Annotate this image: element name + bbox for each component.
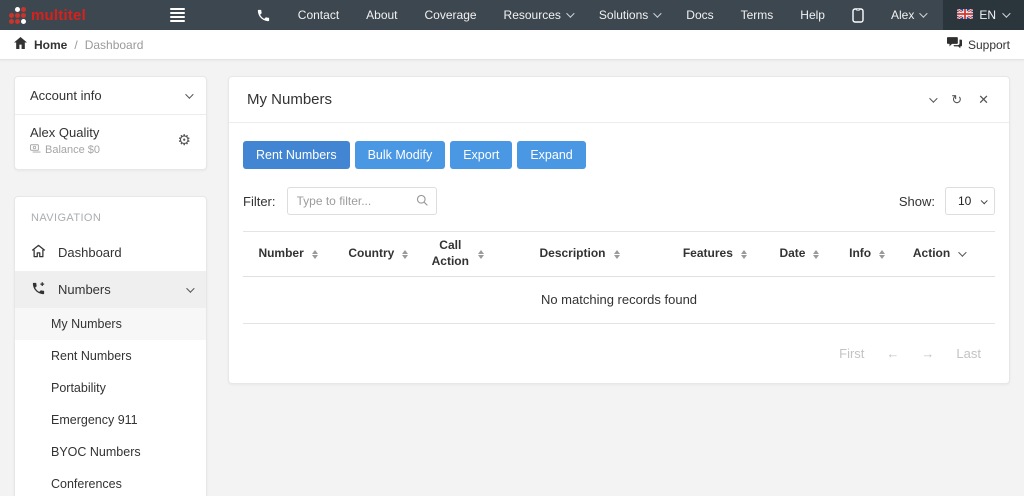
nav-link-resources[interactable]: Resources — [504, 8, 575, 22]
close-icon[interactable]: ✕ — [978, 93, 989, 106]
sort-date-icon[interactable] — [813, 249, 820, 259]
user-menu[interactable]: Alex — [891, 8, 928, 22]
chevron-down-icon — [919, 9, 928, 18]
empty-table-message: No matching records found — [243, 277, 995, 324]
support-label: Support — [967, 37, 1010, 52]
nav-link-about[interactable]: About — [366, 8, 397, 22]
uk-flag-icon — [956, 7, 974, 22]
chevron-down-icon — [566, 9, 575, 18]
column-info: Info — [849, 246, 872, 261]
multitel-logo[interactable]: multitel — [0, 6, 170, 24]
money-icon — [30, 144, 41, 156]
multitel-logo-icon — [9, 6, 26, 24]
nav-link-solutions[interactable]: Solutions — [599, 8, 662, 22]
gear-icon[interactable]: ⚙ — [178, 133, 191, 148]
sidebar-subitem-conferences[interactable]: Conferences — [15, 468, 206, 496]
pagination-prev-icon[interactable]: ← — [886, 346, 899, 361]
logo-text: multitel — [31, 6, 86, 24]
numbers-table: Number Country Call Action Description F… — [243, 231, 995, 324]
search-icon — [416, 194, 429, 210]
navigation-heading: NAVIGATION — [31, 212, 102, 224]
phone-icon[interactable] — [256, 8, 271, 23]
column-country: Country — [348, 246, 395, 261]
expand-button[interactable]: Expand — [517, 141, 586, 169]
language-label: EN — [979, 8, 996, 22]
home-icon[interactable] — [14, 37, 27, 52]
home-outline-icon — [31, 244, 46, 261]
chat-bubbles-icon — [946, 37, 962, 52]
breadcrumb-bar: Home / Dashboard Support — [0, 30, 1024, 60]
account-name: Alex Quality — [30, 125, 100, 140]
nav-link-terms[interactable]: Terms — [741, 8, 774, 22]
chevron-down-icon[interactable] — [958, 248, 967, 257]
breadcrumb-current: Dashboard — [84, 37, 144, 52]
sidebar-item-dashboard[interactable]: Dashboard — [15, 234, 206, 271]
pagination: First ← → Last — [243, 324, 995, 383]
collapse-panel-icon[interactable] — [929, 93, 938, 103]
nav-link-coverage[interactable]: Coverage — [425, 8, 477, 22]
navigation-card: NAVIGATION Dashboard Numbers My Numbers … — [14, 196, 207, 496]
column-features: Features — [682, 246, 733, 261]
chevron-down-icon — [653, 9, 662, 18]
account-info-title: Account info — [30, 88, 102, 103]
breadcrumb: Home / Dashboard — [14, 37, 143, 52]
column-call-action: Call Action — [431, 238, 469, 268]
filter-input[interactable] — [286, 187, 437, 215]
rent-numbers-button[interactable]: Rent Numbers — [243, 141, 350, 169]
nav-link-docs[interactable]: Docs — [686, 8, 713, 22]
column-description: Description — [539, 246, 606, 261]
chevron-down-icon — [185, 89, 194, 99]
filter-label: Filter: — [243, 193, 276, 209]
top-navbar: multitel Contact About Coverage Resource… — [0, 0, 1024, 30]
chevron-down-icon — [980, 196, 988, 204]
refresh-icon[interactable]: ↻ — [951, 93, 962, 106]
page-size-select[interactable]: 10 — [945, 187, 995, 215]
phone-numbers-icon — [31, 281, 46, 299]
chevron-down-icon — [186, 283, 195, 293]
sort-info-icon[interactable] — [879, 249, 886, 259]
bulk-modify-button[interactable]: Bulk Modify — [354, 141, 446, 169]
sidebar-item-numbers[interactable]: Numbers — [15, 271, 206, 308]
sidebar-subitem-portability[interactable]: Portability — [15, 372, 206, 404]
support-button[interactable]: Support — [946, 37, 1010, 52]
sidebar-subitem-my-numbers[interactable]: My Numbers — [15, 308, 206, 340]
sort-call-action-icon[interactable] — [478, 249, 485, 259]
column-date: Date — [779, 246, 806, 261]
export-button[interactable]: Export — [450, 141, 513, 169]
sort-number-icon[interactable] — [311, 249, 318, 259]
breadcrumb-home[interactable]: Home — [34, 38, 67, 52]
sort-features-icon[interactable] — [740, 249, 747, 259]
my-numbers-panel: My Numbers ↻ ✕ Rent Numbers Bulk Modify … — [228, 76, 1010, 384]
account-info-header[interactable]: Account info — [15, 77, 206, 114]
sidebar-subitem-rent-numbers[interactable]: Rent Numbers — [15, 340, 206, 372]
sidebar: Account info Alex Quality Balance $0 ⚙ N… — [14, 76, 207, 496]
breadcrumb-separator: / — [74, 37, 78, 52]
menu-icon[interactable] — [170, 8, 185, 22]
sidebar-subitem-byoc-numbers[interactable]: BYOC Numbers — [15, 436, 206, 468]
sort-country-icon[interactable] — [402, 249, 409, 259]
account-info-card: Account info Alex Quality Balance $0 ⚙ — [14, 76, 207, 170]
sidebar-subitem-emergency-911[interactable]: Emergency 911 — [15, 404, 206, 436]
column-number: Number — [258, 246, 304, 261]
page-title: My Numbers — [247, 91, 333, 108]
column-action: Action — [912, 246, 951, 261]
sort-description-icon[interactable] — [613, 249, 620, 259]
nav-link-help[interactable]: Help — [800, 8, 825, 22]
account-balance: Balance $0 — [30, 144, 100, 156]
page-size-value: 10 — [958, 194, 972, 208]
language-selector[interactable]: EN — [943, 0, 1024, 30]
pagination-first[interactable]: First — [839, 346, 864, 361]
mobile-device-icon[interactable] — [852, 7, 864, 23]
pagination-next-icon[interactable]: → — [921, 346, 934, 361]
pagination-last[interactable]: Last — [956, 346, 981, 361]
show-label: Show: — [898, 193, 935, 209]
chevron-down-icon — [1002, 9, 1011, 18]
nav-link-contact[interactable]: Contact — [298, 8, 339, 22]
